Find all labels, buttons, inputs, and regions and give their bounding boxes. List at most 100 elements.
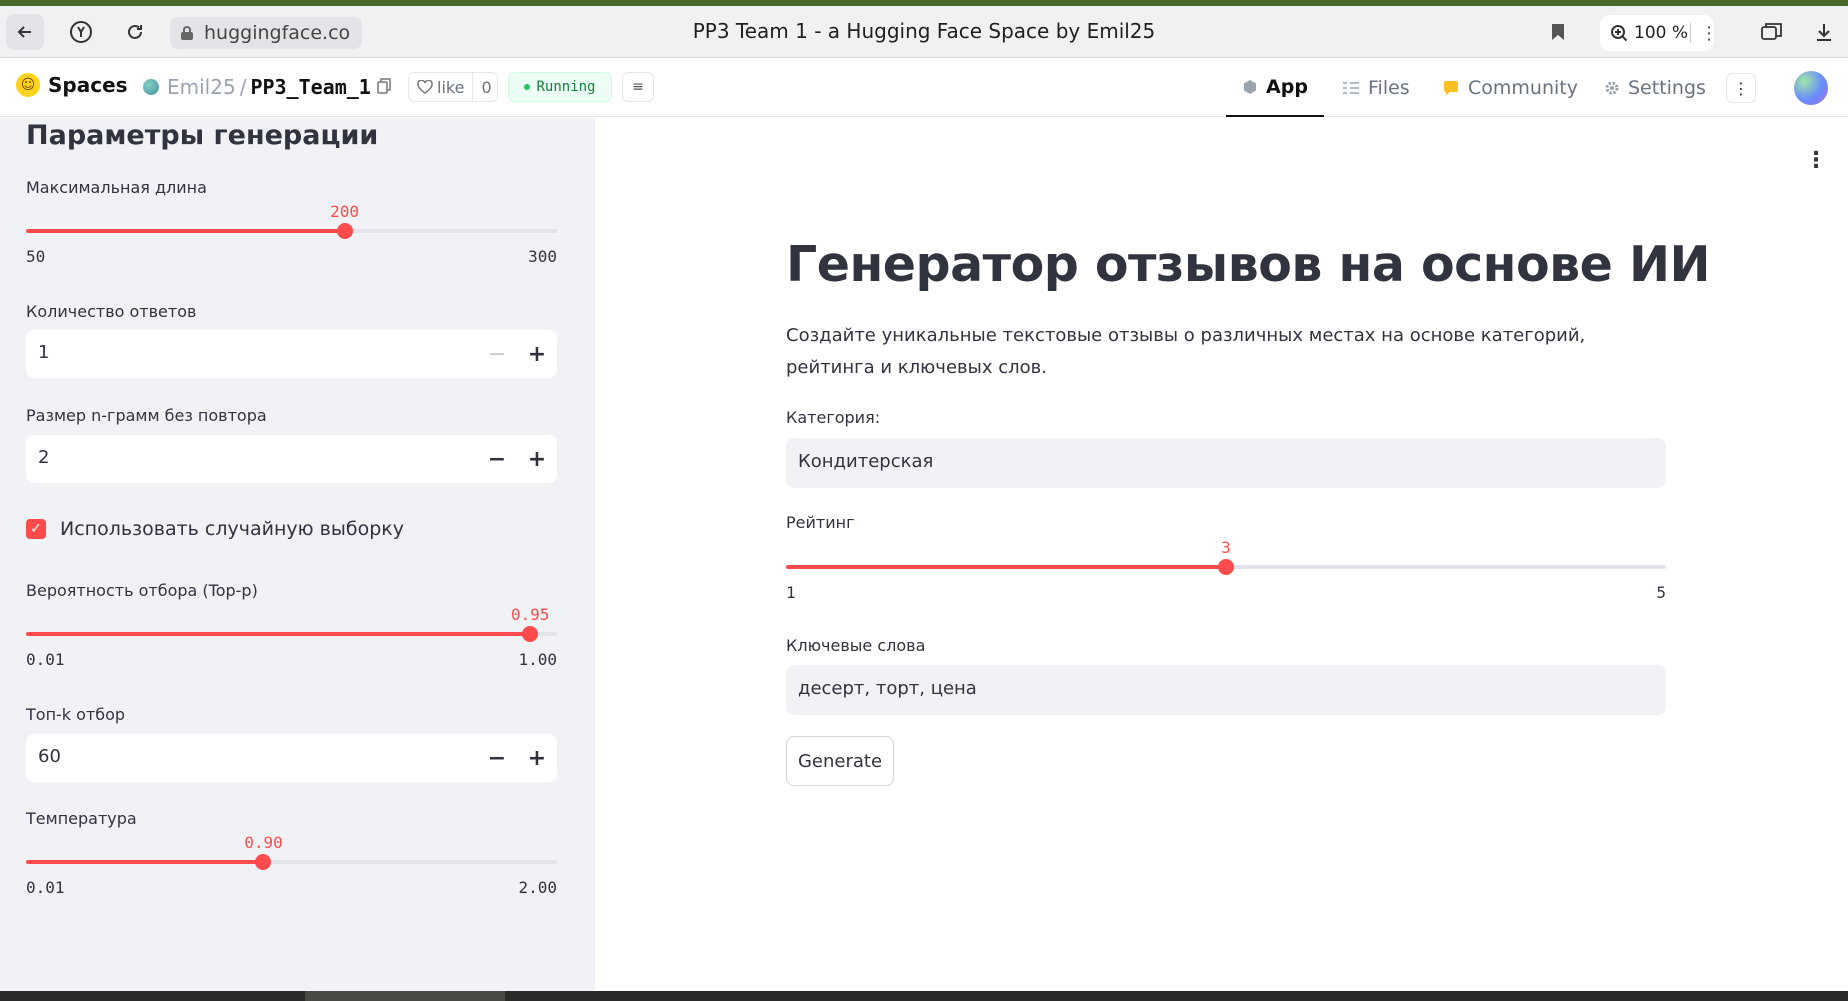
tab-files[interactable]: Files	[1342, 59, 1410, 117]
tab-app[interactable]: App	[1226, 59, 1324, 117]
app-title: Генератор отзывов на основе ИИ	[786, 236, 1711, 293]
bookmark-button[interactable]	[1540, 14, 1576, 50]
logs-icon: ≡	[632, 79, 644, 95]
decrement-button[interactable]: −	[481, 742, 513, 774]
status-badge: Running	[508, 72, 612, 102]
slider-min: 50	[26, 247, 46, 266]
decrement-button[interactable]: −	[481, 443, 513, 475]
top-k-input[interactable]: 60 − +	[26, 734, 557, 782]
zoom-level: 100 %	[1634, 23, 1689, 43]
category-value: Кондитерская	[798, 451, 934, 472]
downloads-button[interactable]	[1806, 14, 1842, 50]
rating-slider[interactable]: 3 1 5	[786, 538, 1666, 602]
ngram-input[interactable]: 2 − +	[26, 435, 557, 483]
os-taskbar	[0, 991, 1848, 1001]
slider-max: 5	[1656, 583, 1666, 602]
zoom-divider	[1690, 23, 1691, 43]
slider-fill	[26, 632, 531, 636]
keywords-value: десерт, торт, цена	[798, 678, 977, 699]
slider-value: 200	[330, 202, 360, 221]
community-icon	[1444, 81, 1458, 95]
browser-menu-icon[interactable]: ⋮	[1700, 23, 1718, 44]
cube-icon	[1244, 80, 1257, 94]
breadcrumb-separator: /	[239, 75, 247, 99]
tab-settings-label: Settings	[1628, 77, 1706, 99]
taskbar-highlight	[305, 991, 505, 1001]
ngram-value: 2	[38, 447, 50, 468]
hugging-face-icon: ☺	[16, 73, 40, 97]
rating-label: Рейтинг	[786, 513, 855, 532]
decrement-button[interactable]: −	[481, 338, 513, 370]
slider-value: 3	[1221, 538, 1231, 557]
max-length-slider[interactable]: 200 50 300	[26, 202, 557, 266]
ngram-label: Размер n-грамм без повтора	[26, 406, 267, 425]
zoom-icon	[1611, 25, 1628, 42]
like-count: 0	[481, 77, 492, 97]
slider-thumb[interactable]	[522, 626, 539, 642]
category-label: Категория:	[786, 408, 881, 427]
hf-header: ☺ Spaces Emil25 / PP3_Team_1 like 0 Runn…	[0, 59, 1848, 117]
back-button[interactable]	[6, 14, 44, 50]
slider-value: 0.90	[244, 833, 283, 852]
category-input[interactable]: Кондитерская	[786, 438, 1666, 488]
slider-value: 0.95	[510, 605, 550, 624]
slider-fill	[786, 565, 1226, 569]
sampling-label: Использовать случайную выборку	[60, 518, 404, 540]
more-options-button[interactable]: ⋮	[1726, 73, 1756, 103]
sampling-checkbox[interactable]: ✓	[26, 519, 46, 539]
like-button[interactable]: like 0	[408, 72, 498, 102]
num-answers-input[interactable]: 1 − +	[26, 330, 557, 378]
bookmark-icon	[1552, 24, 1564, 40]
tab-app-label: App	[1266, 76, 1308, 98]
download-icon	[1817, 24, 1831, 41]
slider-thumb[interactable]	[1218, 559, 1234, 575]
owner-avatar	[143, 79, 159, 95]
tab-settings[interactable]: Settings	[1604, 59, 1706, 117]
max-length-label: Максимальная длина	[26, 178, 207, 197]
yandex-button[interactable]	[62, 14, 100, 50]
top-k-value: 60	[38, 746, 61, 767]
gear-icon	[1605, 81, 1619, 95]
address-domain: huggingface.co	[204, 22, 351, 44]
slider-thumb[interactable]	[336, 223, 353, 239]
top-p-label: Вероятность отбора (Top-p)	[26, 581, 258, 600]
yandex-icon	[70, 21, 92, 43]
tabs-button[interactable]	[1754, 14, 1790, 50]
copy-icon[interactable]	[377, 78, 391, 94]
reload-button[interactable]	[116, 14, 154, 50]
slider-max: 1.00	[518, 650, 557, 669]
sampling-checkbox-row[interactable]: ✓ Использовать случайную выборку	[26, 518, 404, 540]
keywords-input[interactable]: десерт, торт, цена	[786, 665, 1666, 715]
status-text: Running	[536, 79, 596, 95]
slider-max: 300	[528, 247, 557, 266]
main-content: ⋮ Генератор отзывов на основе ИИ Создайт…	[595, 118, 1848, 991]
increment-button[interactable]: +	[521, 443, 553, 475]
temperature-slider[interactable]: 0.90 0.01 2.00	[26, 833, 557, 897]
repo-name[interactable]: PP3_Team_1	[250, 75, 370, 99]
top-k-label: Топ-k отбор	[26, 705, 126, 724]
heart-icon	[417, 80, 433, 94]
tab-community[interactable]: Community	[1442, 59, 1578, 117]
spaces-logo[interactable]: ☺ Spaces	[16, 73, 128, 97]
top-p-slider[interactable]: 0.95 0.01 1.00	[26, 605, 557, 669]
logs-button[interactable]: ≡	[622, 72, 654, 102]
slider-min: 0.01	[26, 650, 65, 669]
tabs-icon	[1761, 23, 1782, 40]
increment-button[interactable]: +	[521, 338, 553, 370]
slider-thumb[interactable]	[255, 854, 272, 870]
browser-toolbar: huggingface.co PP3 Team 1 - a Hugging Fa…	[0, 6, 1848, 58]
slider-fill	[26, 229, 345, 233]
lock-icon	[181, 26, 193, 40]
user-avatar[interactable]	[1794, 71, 1828, 105]
sidebar: Параметры генерации Максимальная длина 2…	[0, 118, 595, 991]
generate-button[interactable]: Generate	[786, 736, 894, 786]
spaces-label: Spaces	[48, 73, 128, 97]
zoom-control[interactable]: 100 % ⋮	[1600, 15, 1718, 51]
address-bar[interactable]: huggingface.co	[170, 17, 362, 49]
kebab-icon: ⋮	[1733, 78, 1749, 98]
app-menu-button[interactable]: ⋮	[1805, 148, 1827, 173]
slider-max: 2.00	[518, 878, 557, 897]
owner-link[interactable]: Emil25	[167, 75, 236, 99]
sidebar-title: Параметры генерации	[26, 120, 379, 151]
increment-button[interactable]: +	[521, 742, 553, 774]
